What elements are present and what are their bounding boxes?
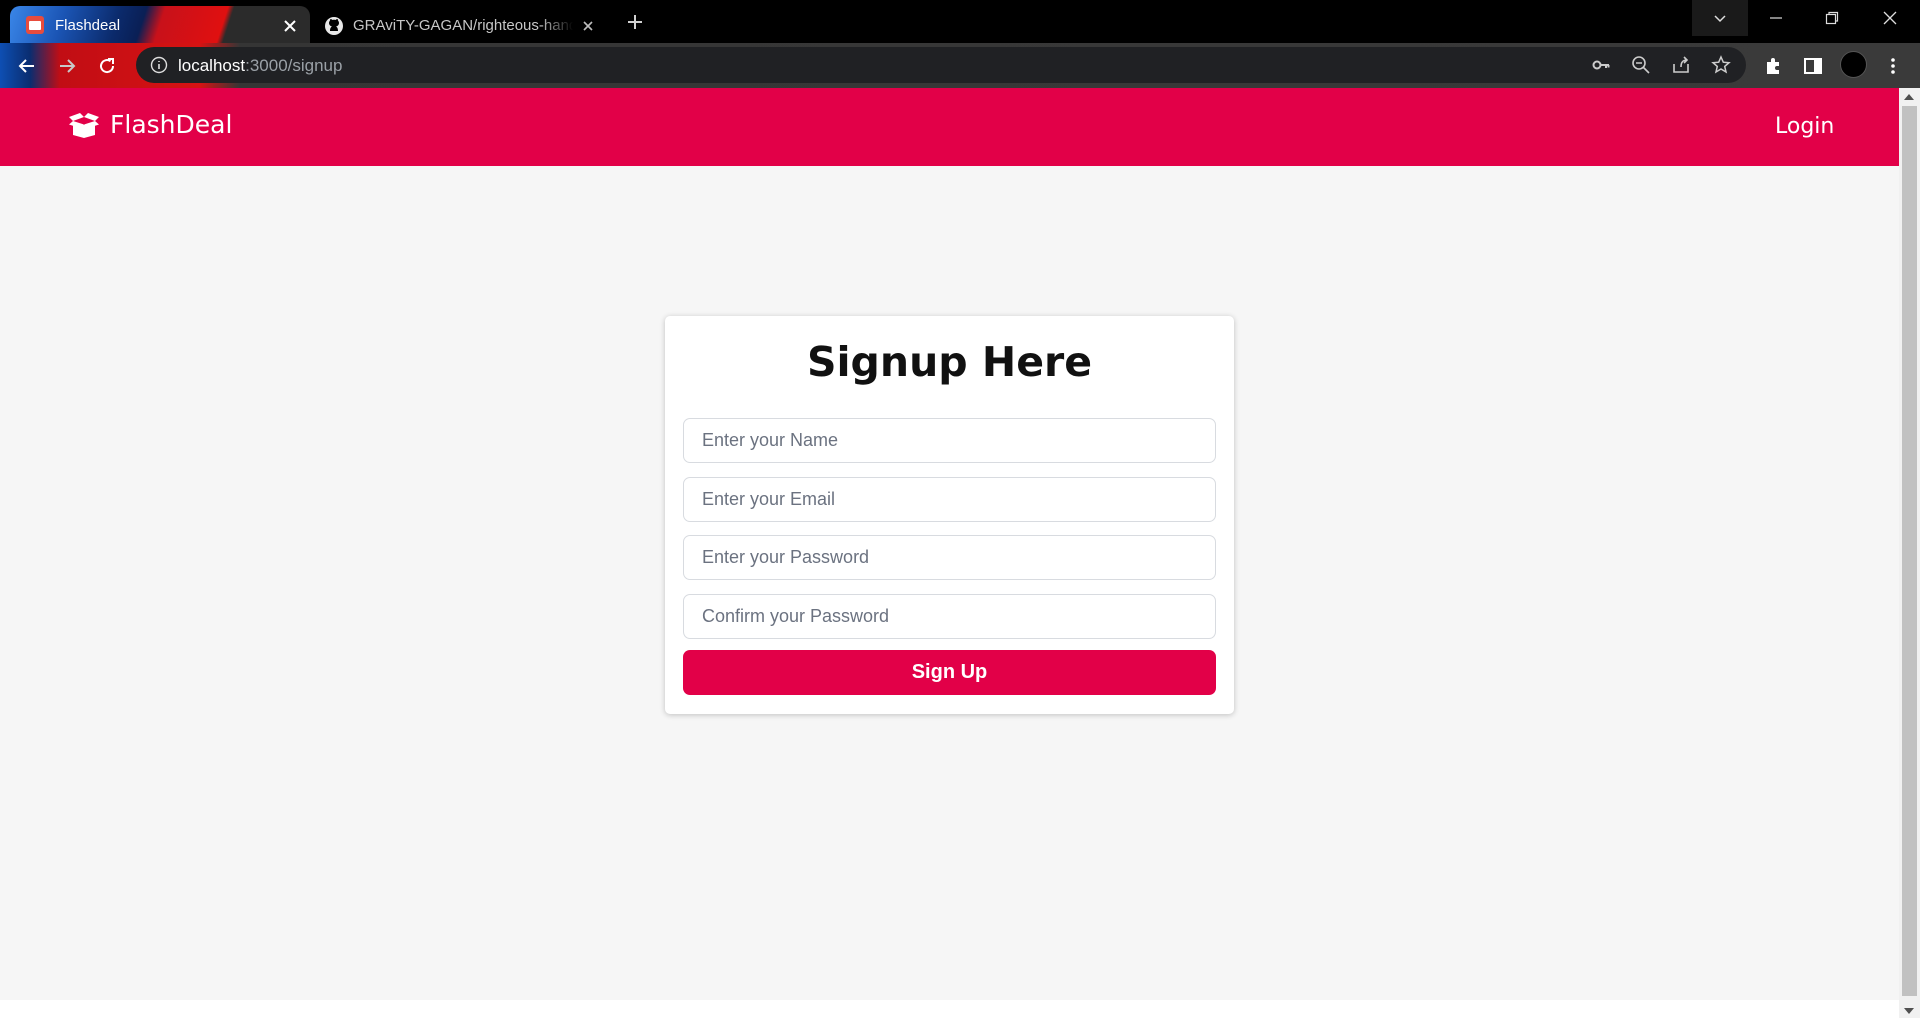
url-text[interactable]: localhost:3000/signup: [178, 56, 342, 76]
signup-card: Signup Here Sign Up: [665, 316, 1234, 714]
extensions-icon[interactable]: [1761, 54, 1785, 78]
zoom-out-icon[interactable]: [1630, 54, 1652, 76]
site-navbar: FlashDeal Login: [0, 88, 1899, 166]
share-icon[interactable]: [1670, 54, 1692, 76]
side-panel-icon[interactable]: [1801, 54, 1825, 78]
bookmark-star-icon[interactable]: [1710, 54, 1732, 76]
name-field[interactable]: [683, 418, 1216, 463]
reload-button[interactable]: [92, 51, 122, 81]
scroll-up-arrow[interactable]: [1904, 94, 1914, 100]
vertical-scrollbar[interactable]: [1899, 88, 1920, 1018]
scrollbar-thumb[interactable]: [1902, 106, 1917, 996]
flashdeal-favicon: [26, 16, 44, 34]
close-icon[interactable]: [580, 18, 596, 34]
close-icon[interactable]: [282, 18, 298, 34]
tab-search-button[interactable]: [1692, 0, 1748, 36]
info-icon[interactable]: [150, 56, 168, 74]
page-viewport: FlashDeal Login Signup Here Sign Up: [0, 88, 1920, 1018]
restore-button[interactable]: [1804, 0, 1860, 36]
tab-flashdeal[interactable]: Flashdeal: [10, 6, 310, 43]
login-link[interactable]: Login: [1775, 114, 1834, 139]
key-icon[interactable]: [1590, 54, 1612, 76]
password-field[interactable]: [683, 535, 1216, 580]
profile-avatar[interactable]: [1840, 51, 1867, 78]
tab-title: GRAviTY-GAGAN/righteous-hand: [353, 17, 573, 34]
browser-tabstrip: Flashdeal GRAviTY-GAGAN/righteous-hand: [0, 0, 1920, 43]
back-button[interactable]: [12, 51, 42, 81]
forward-button[interactable]: [52, 51, 82, 81]
new-tab-button[interactable]: [623, 10, 647, 34]
page-bottom-strip: [0, 1000, 1899, 1018]
signup-button[interactable]: Sign Up: [683, 650, 1216, 695]
email-field[interactable]: [683, 477, 1216, 522]
tab-github[interactable]: GRAviTY-GAGAN/righteous-hand: [316, 6, 606, 43]
more-menu-icon[interactable]: [1881, 54, 1905, 78]
scroll-down-arrow[interactable]: [1904, 1008, 1914, 1014]
box-open-icon: [68, 111, 100, 139]
brand-name: FlashDeal: [110, 110, 233, 139]
github-icon: [324, 16, 344, 36]
brand-logo[interactable]: FlashDeal: [68, 110, 232, 139]
confirm-password-field[interactable]: [683, 594, 1216, 639]
close-window-button[interactable]: [1862, 0, 1918, 36]
signup-title: Signup Here: [806, 338, 1093, 386]
minimize-button[interactable]: [1748, 0, 1804, 36]
tab-title: Flashdeal: [55, 17, 121, 34]
browser-toolbar: localhost:3000/signup: [0, 43, 1920, 88]
address-bar[interactable]: localhost:3000/signup: [136, 47, 1746, 83]
